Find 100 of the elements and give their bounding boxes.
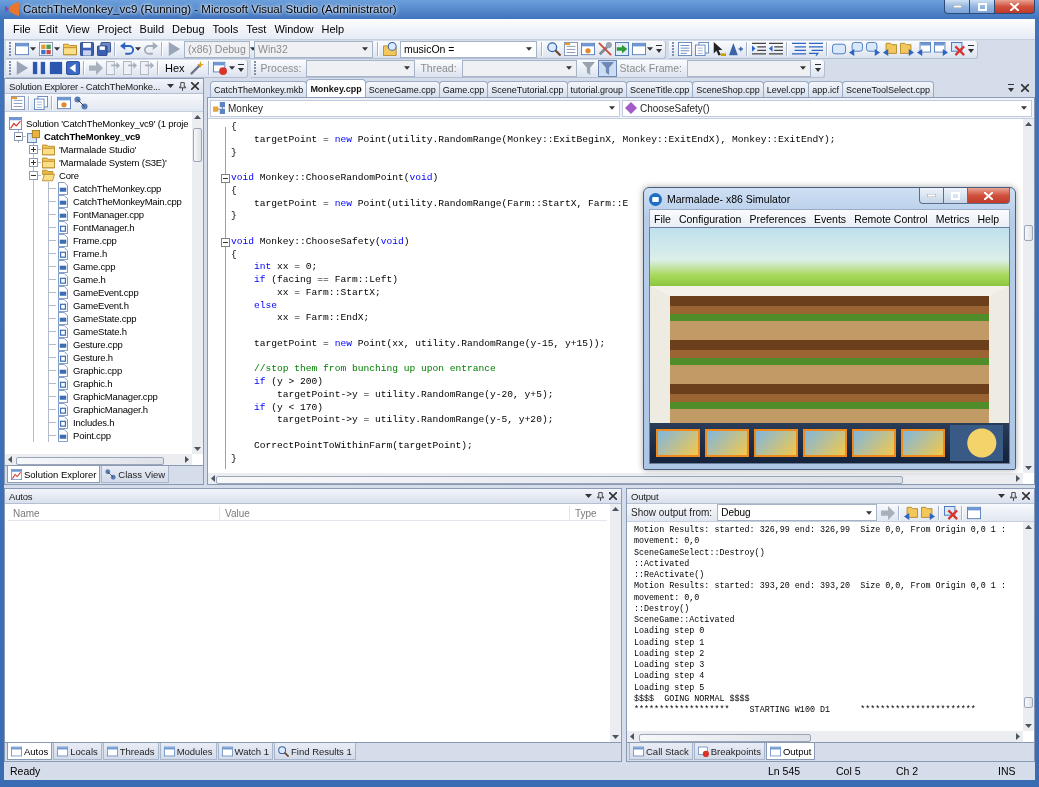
collapse-icon[interactable]: [29, 171, 38, 180]
tree-item[interactable]: GraphicManager.cpp: [72, 391, 159, 402]
caret-icon[interactable]: [54, 47, 60, 51]
tab[interactable]: Output: [765, 743, 816, 760]
tree-item[interactable]: Game.h: [72, 274, 107, 285]
tree-item[interactable]: GraphicManager.h: [72, 404, 149, 415]
rounded-rectangle-icon[interactable]: [831, 42, 846, 56]
document-tab[interactable]: tutorial.group: [566, 81, 628, 97]
scroll-thumb[interactable]: [193, 128, 202, 163]
menu-item[interactable]: Help: [973, 212, 1004, 225]
tree-item[interactable]: Point.cpp: [72, 430, 112, 441]
arrow-left-icon[interactable]: [211, 475, 215, 482]
save-all-icon[interactable]: [96, 42, 111, 56]
dropdown-icon[interactable]: [1008, 83, 1014, 92]
arrow-up-icon[interactable]: [612, 507, 619, 511]
document-tab[interactable]: Level.cpp: [762, 81, 810, 97]
scroll-thumb[interactable]: [16, 457, 164, 465]
tree-item[interactable]: GameState.h: [72, 326, 128, 337]
caret-icon[interactable]: [30, 47, 36, 51]
document-tab[interactable]: SceneShop.cpp: [692, 81, 764, 97]
maximize-button[interactable]: [944, 188, 968, 204]
menu-item[interactable]: Remote Control: [850, 212, 932, 225]
horizontal-scrollbar[interactable]: [627, 731, 1023, 742]
tree-item[interactable]: 'Marmalade Studio': [58, 144, 138, 155]
outdent-icon[interactable]: [768, 42, 783, 56]
delete-icon[interactable]: [943, 505, 958, 520]
tree-item[interactable]: Graphic.cpp: [72, 365, 124, 376]
overflow-icon[interactable]: [656, 45, 662, 53]
tab[interactable]: Modules: [159, 743, 217, 760]
save-icon[interactable]: [79, 42, 94, 56]
caret-icon[interactable]: [609, 106, 615, 110]
folder-arrow-icon[interactable]: [899, 42, 914, 56]
window-icon[interactable]: [14, 42, 29, 56]
caret-icon[interactable]: [135, 47, 141, 51]
column-header[interactable]: Value: [220, 506, 570, 520]
dropdown-icon[interactable]: [585, 494, 592, 498]
menu-item[interactable]: Build: [135, 21, 169, 37]
tree-item[interactable]: Gesture.cpp: [72, 339, 124, 350]
diagram-icon[interactable]: [73, 95, 88, 110]
maximize-button[interactable]: [970, 0, 995, 14]
tab[interactable]: Find Results 1: [274, 743, 356, 760]
pause-icon[interactable]: [31, 61, 46, 75]
vertical-scrollbar[interactable]: [1023, 522, 1034, 731]
dropdown-icon[interactable]: [167, 84, 174, 88]
caret-icon[interactable]: [526, 47, 532, 51]
window-icon[interactable]: [631, 42, 646, 56]
menu-item[interactable]: Test: [242, 21, 271, 37]
document-tab[interactable]: SceneTutorial.cpp: [487, 81, 568, 97]
member-dropdown[interactable]: ChooseSafety(): [622, 99, 1032, 117]
folder-arrow-icon[interactable]: [920, 505, 935, 520]
tab[interactable]: Watch 1: [217, 743, 274, 760]
caret-icon[interactable]: [1021, 106, 1027, 110]
speech-bubble-icon[interactable]: [865, 42, 880, 56]
expand-icon[interactable]: [29, 158, 38, 167]
menu-item[interactable]: Tools: [208, 21, 243, 37]
arrow-left-icon[interactable]: [8, 456, 12, 463]
menu-item[interactable]: Edit: [34, 21, 62, 37]
tree-item[interactable]: Frame.cpp: [72, 235, 118, 246]
menu-item[interactable]: Help: [317, 21, 349, 37]
tree-item[interactable]: Core: [58, 170, 80, 181]
scroll-thumb[interactable]: [216, 476, 904, 484]
menu-item[interactable]: Window: [270, 21, 318, 37]
close-icon[interactable]: [191, 82, 199, 90]
tree-item[interactable]: FontManager.h: [72, 222, 136, 233]
pin-icon[interactable]: [597, 491, 604, 501]
window-icon[interactable]: [580, 42, 595, 56]
scroll-thumb[interactable]: [1024, 696, 1033, 708]
document-tab[interactable]: app.icf: [808, 81, 843, 97]
tab[interactable]: Threads: [102, 743, 159, 760]
vertical-scrollbar[interactable]: [1023, 119, 1034, 473]
indent-icon[interactable]: [751, 42, 766, 56]
tree-item[interactable]: Graphic.h: [72, 378, 114, 389]
expand-icon[interactable]: [29, 145, 38, 154]
grid-icon[interactable]: [38, 42, 53, 56]
document-tab[interactable]: Monkey.cpp: [306, 79, 366, 97]
tree-item[interactable]: CatchTheMonkey.cpp: [72, 183, 163, 194]
close-button[interactable]: [968, 188, 1010, 204]
arrow-right-icon[interactable]: [1016, 733, 1020, 740]
vertical-scrollbar[interactable]: [192, 112, 203, 454]
scroll-thumb[interactable]: [638, 734, 811, 742]
tree-item[interactable]: GameEvent.h: [72, 300, 130, 311]
tab[interactable]: Breakpoints: [693, 743, 765, 760]
vertical-scrollbar[interactable]: [610, 504, 621, 742]
menu-item[interactable]: Metrics: [931, 212, 974, 225]
tab[interactable]: Locals: [53, 743, 102, 760]
collapse-icon[interactable]: [221, 173, 230, 183]
minimize-button[interactable]: [919, 188, 944, 204]
search-icon[interactable]: [546, 42, 561, 56]
tab[interactable]: Autos: [7, 743, 53, 760]
tree-item[interactable]: Gesture.h: [72, 352, 114, 363]
caret-icon[interactable]: [647, 47, 653, 51]
tree-item[interactable]: GameState.cpp: [72, 313, 138, 324]
triangle-plus-icon[interactable]: [728, 42, 743, 56]
arrow-left-icon[interactable]: [630, 733, 634, 740]
scroll-thumb[interactable]: [1024, 225, 1033, 241]
speech-bubble-icon[interactable]: [848, 42, 863, 56]
horizontal-scrollbar[interactable]: [208, 473, 1023, 484]
tree-item[interactable]: FontManager.cpp: [72, 209, 145, 220]
menu-item[interactable]: Project: [93, 21, 136, 37]
document-tab[interactable]: Game.cpp: [438, 81, 489, 97]
